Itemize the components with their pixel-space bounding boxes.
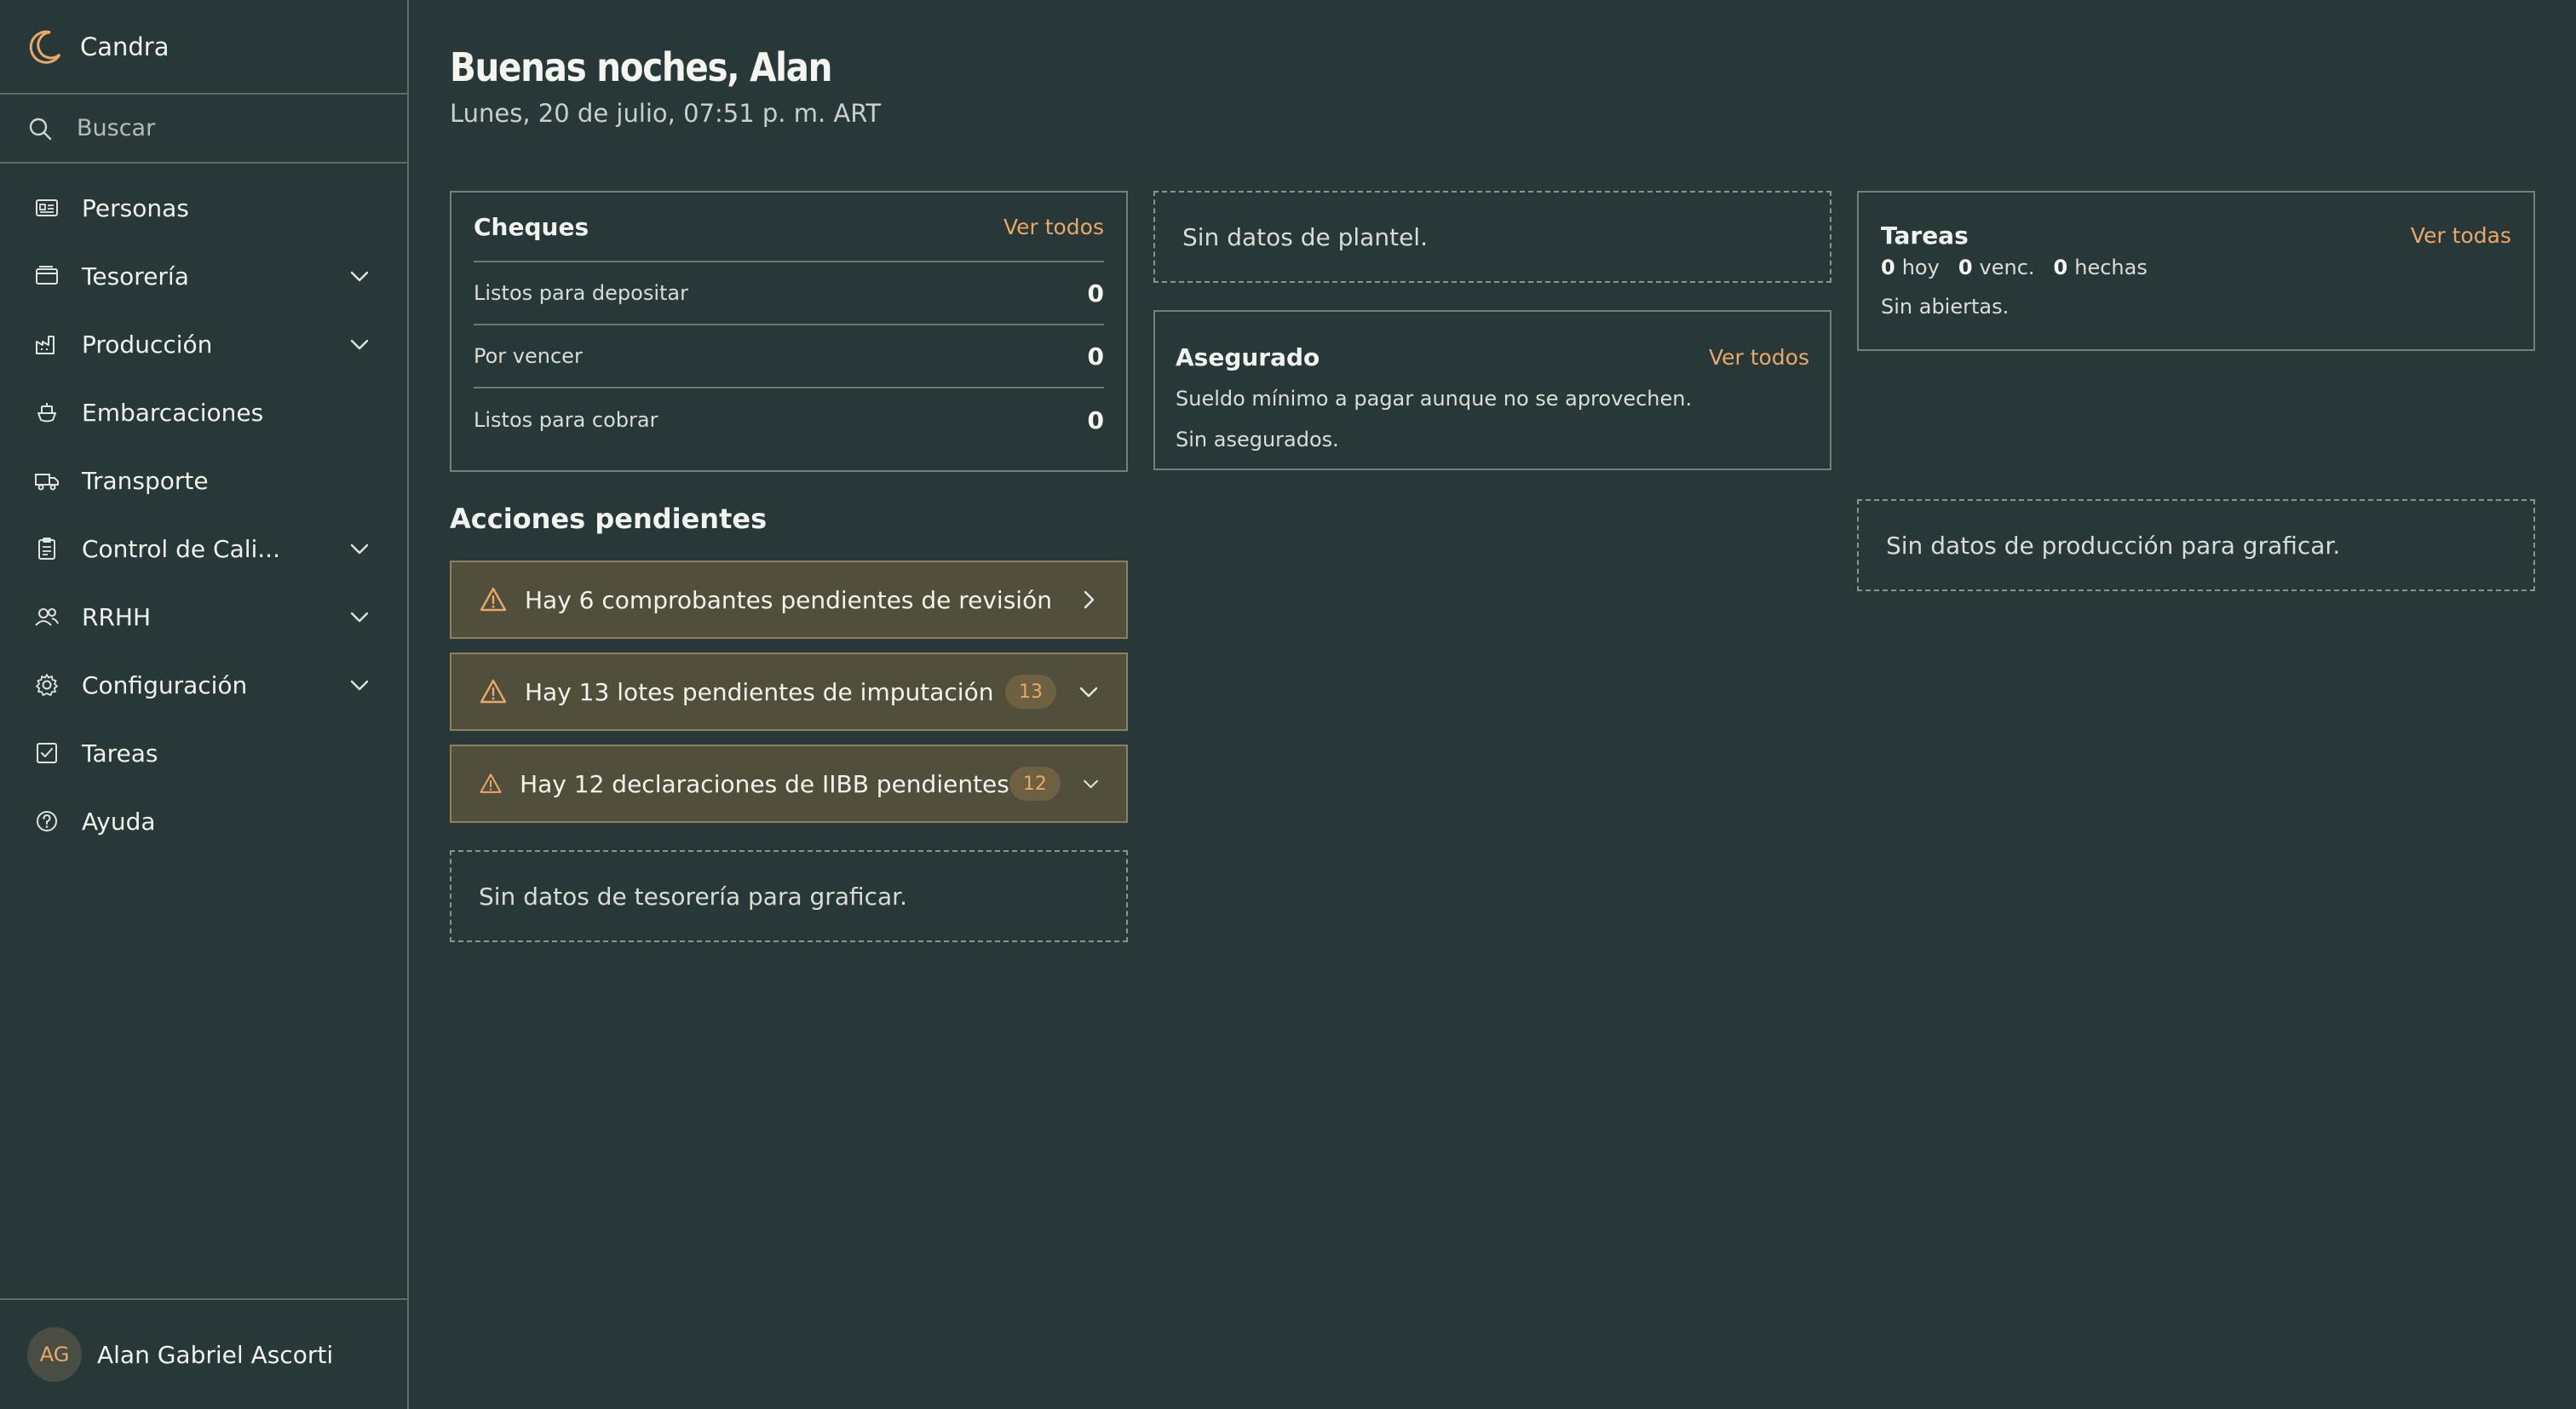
asegurado-description: Sueldo mínimo a pagar aunque no se aprov… <box>1176 387 1693 411</box>
sidebar-item-personas[interactable]: Personas <box>0 174 407 242</box>
asegurado-view-all-link[interactable]: Ver todos <box>1709 345 1809 370</box>
sidebar-item-produccion[interactable]: Producción <box>0 310 407 378</box>
chevron-down-icon[interactable] <box>348 264 371 288</box>
moon-logo-icon <box>29 30 61 64</box>
checkbox-icon <box>37 743 57 763</box>
tareas-empty: Sin abiertas. <box>1881 295 2010 319</box>
cheques-header: Cheques Ver todos <box>474 193 1104 262</box>
cheque-row-label: Listos para depositar <box>474 281 688 305</box>
count-badge: 13 <box>1005 675 1056 709</box>
search-icon <box>29 118 52 140</box>
sidebar-item-ayuda[interactable]: Ayuda <box>0 787 407 855</box>
clipboard-icon <box>38 538 55 560</box>
asegurado-header: Asegurado Ver todos <box>1176 312 1809 392</box>
brand[interactable]: Candra <box>0 0 407 95</box>
sidebar-item-configuracion[interactable]: Configuración <box>0 651 407 719</box>
pending-action-text: Hay 6 comprobantes pendientes de revisió… <box>525 585 1052 614</box>
sidebar-item-label: Tesorería <box>82 262 189 290</box>
pending-action-text: Hay 12 declaraciones de IIBB pendientes <box>520 769 1009 798</box>
factory-icon <box>36 336 55 354</box>
pending-action-comprobantes[interactable]: Hay 6 comprobantes pendientes de revisió… <box>450 561 1128 639</box>
chevron-down-icon[interactable] <box>348 332 371 356</box>
pending-action-text: Hay 13 lotes pendientes de imputación <box>525 677 994 706</box>
id-card-icon <box>36 199 58 216</box>
cheque-row-value: 0 <box>1087 405 1104 434</box>
wallet-icon <box>36 266 58 285</box>
sidebar-item-label: Transporte <box>82 466 209 495</box>
tareas-counts: 0 hoy 0 venc. 0 hechas <box>1881 256 2511 279</box>
chevron-down-icon[interactable] <box>348 605 371 629</box>
count-venc: 0 venc. <box>1958 256 2035 279</box>
sidebar-item-label: Embarcaciones <box>82 398 264 427</box>
warning-icon <box>480 774 502 793</box>
produccion-empty-state: Sin datos de producción para graficar. <box>1857 499 2535 591</box>
sidebar-item-control-de-calidad[interactable]: Control de Cali... <box>0 515 407 583</box>
sidebar-item-embarcaciones[interactable]: Embarcaciones <box>0 378 407 446</box>
chevron-down-icon[interactable] <box>1081 772 1101 796</box>
asegurado-title: Asegurado <box>1176 342 1320 371</box>
truck-icon <box>35 474 59 491</box>
count-hoy: 0 hoy <box>1881 256 1940 279</box>
user-profile[interactable]: AG Alan Gabriel Ascorti <box>0 1298 407 1409</box>
sidebar-item-label: Configuración <box>82 670 248 699</box>
warning-icon <box>480 679 507 704</box>
page-title: Buenas noches, Alan <box>450 44 833 90</box>
chevron-down-icon[interactable] <box>1077 680 1101 704</box>
sidebar-item-label: Producción <box>82 330 213 359</box>
count-hechas: 0 hechas <box>2053 256 2148 279</box>
sidebar-item-transporte[interactable]: Transporte <box>0 446 407 515</box>
cheque-row: Listos para depositar 0 <box>474 262 1104 325</box>
acciones-title: Acciones pendientes <box>450 503 768 535</box>
sidebar-item-label: Tareas <box>82 739 158 768</box>
sidebar-item-label: Personas <box>82 193 189 222</box>
user-name: Alan Gabriel Ascorti <box>97 1340 334 1369</box>
tesoreria-empty-state: Sin datos de tesorería para graficar. <box>450 850 1128 942</box>
pending-action-iibb[interactable]: Hay 12 declaraciones de IIBB pendientes … <box>450 745 1128 823</box>
sidebar-item-label: Control de Cali... <box>82 534 280 563</box>
cheques-title: Cheques <box>474 212 589 241</box>
search-bar <box>0 95 407 164</box>
count-badge: 12 <box>1009 767 1061 801</box>
cheque-row: Listos para cobrar 0 <box>474 388 1104 451</box>
sidebar: Candra Personas Teso <box>0 0 409 1409</box>
sidebar-item-rrhh[interactable]: RRHH <box>0 583 407 651</box>
search-input[interactable] <box>75 114 382 142</box>
sidebar-item-tesoreria[interactable]: Tesorería <box>0 242 407 310</box>
chevron-down-icon[interactable] <box>348 537 371 561</box>
sidebar-nav: Personas Tesorería Producción Embarcacio… <box>0 174 407 855</box>
gear-icon <box>36 674 58 696</box>
cheque-row-value: 0 <box>1087 279 1104 308</box>
ship-icon <box>37 403 56 423</box>
app-name: Candra <box>80 32 170 61</box>
plantel-empty-state: Sin datos de plantel. <box>1153 191 1831 283</box>
cheques-view-all-link[interactable]: Ver todos <box>1003 215 1104 239</box>
asegurado-empty: Sin asegurados. <box>1176 428 1339 451</box>
cheques-card: Cheques Ver todos Listos para depositar … <box>450 191 1128 472</box>
chevron-right-icon[interactable] <box>1077 588 1101 612</box>
tareas-view-all-link[interactable]: Ver todas <box>2411 223 2511 248</box>
cheque-row-label: Por vencer <box>474 344 583 368</box>
cheque-row: Por vencer 0 <box>474 325 1104 388</box>
sidebar-item-tareas[interactable]: Tareas <box>0 719 407 787</box>
sidebar-item-label: RRHH <box>82 602 152 631</box>
warning-icon <box>480 587 507 612</box>
avatar: AG <box>27 1327 82 1382</box>
current-date: Lunes, 20 de julio, 07:51 p. m. ART <box>450 99 882 128</box>
chevron-down-icon[interactable] <box>348 673 371 697</box>
help-icon <box>37 811 57 831</box>
cheque-row-value: 0 <box>1087 342 1104 371</box>
tareas-title: Tareas <box>1881 221 1969 250</box>
pending-action-lotes[interactable]: Hay 13 lotes pendientes de imputación 13 <box>450 653 1128 731</box>
tareas-card: Tareas Ver todas 0 hoy 0 venc. 0 hechas Sin… <box>1857 191 2535 351</box>
cheque-row-label: Listos para cobrar <box>474 408 658 432</box>
users-icon <box>35 608 59 626</box>
asegurado-card: Asegurado Ver todos Sueldo mínimo a paga… <box>1153 310 1831 470</box>
sidebar-item-label: Ayuda <box>82 807 156 836</box>
